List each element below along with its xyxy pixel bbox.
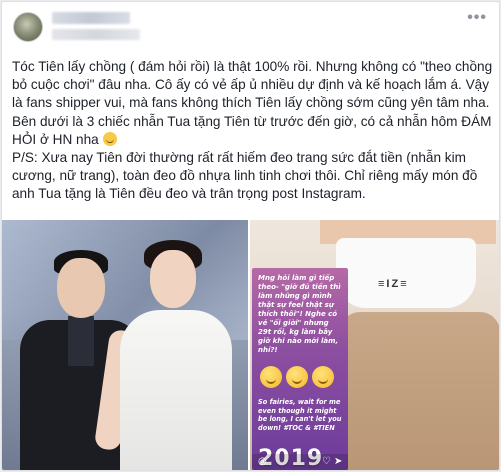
- post-text: Tóc Tiên lấy chồng ( đám hỏi rồi) là thậ…: [12, 59, 493, 147]
- story-text-bottom: So fairies, wait for me even though it m…: [258, 398, 342, 432]
- emoji-row: [260, 366, 334, 388]
- relieved-face-icon: [260, 366, 282, 388]
- relieved-face-icon: [286, 366, 308, 388]
- photo-couple[interactable]: [2, 220, 248, 470]
- facebook-post-card: ••• Tóc Tiên lấy chồng ( đám hỏi rồi) là…: [1, 1, 500, 471]
- heart-icon[interactable]: ♡: [322, 456, 331, 467]
- smile-icon: [102, 131, 117, 146]
- camera-icon[interactable]: ◎: [258, 456, 267, 467]
- man-shirt: [68, 316, 94, 366]
- woman-face: [150, 250, 196, 308]
- avatar[interactable]: [13, 12, 43, 42]
- story-text-top: Mng hỏi làm gì tiếp theo- "giờ đủ tiền t…: [258, 274, 341, 354]
- author-name-blurred[interactable]: [52, 12, 130, 24]
- woman-figure: [120, 310, 232, 470]
- story-overlay: Mng hỏi làm gì tiếp theo- "giờ đủ tiền t…: [252, 268, 348, 470]
- beige-pants: [340, 312, 499, 470]
- story-bottom-bar: ◎ ♡ ➤: [252, 454, 348, 470]
- white-top: [336, 238, 476, 308]
- more-options-icon[interactable]: •••: [467, 9, 487, 27]
- photo-instagram-story[interactable]: ≡IZ≡ Mng hỏi làm gì tiếp theo- "giờ đủ t…: [250, 220, 499, 470]
- post-header: •••: [2, 2, 499, 60]
- post-meta-blurred: [52, 29, 140, 40]
- man-face: [57, 258, 105, 318]
- post-body: Tóc Tiên lấy chồng ( đám hỏi rồi) là thậ…: [12, 58, 494, 204]
- post-ps: P/S: Xưa nay Tiên đời thường rất rất hiế…: [12, 150, 478, 202]
- send-icon[interactable]: ➤: [334, 456, 342, 467]
- relieved-face-icon: [312, 366, 334, 388]
- top-logo-text: ≡IZ≡: [378, 278, 409, 290]
